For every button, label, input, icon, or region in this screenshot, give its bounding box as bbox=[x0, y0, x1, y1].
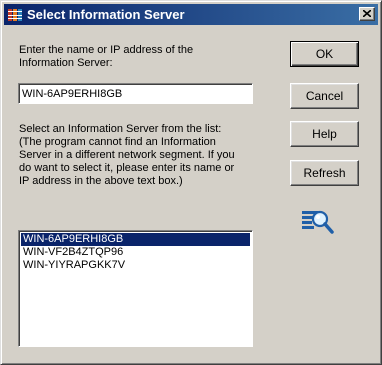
dialog-window: Select Information Server Enter the name… bbox=[0, 0, 382, 365]
server-list-label: Select an Information Server from the li… bbox=[19, 123, 235, 187]
list-item[interactable]: WIN-VF2B4ZTQP96 bbox=[21, 246, 250, 259]
network-server-icon bbox=[6, 6, 24, 24]
help-button[interactable]: Help bbox=[290, 121, 359, 147]
list-item[interactable]: WIN-6AP9ERHI8GB bbox=[21, 233, 250, 246]
window-title: Select Information Server bbox=[27, 7, 185, 22]
ok-button[interactable]: OK bbox=[290, 41, 359, 67]
search-network-icon bbox=[300, 207, 340, 237]
refresh-button[interactable]: Refresh bbox=[290, 160, 359, 186]
list-item[interactable]: WIN-YIYRAPGKK7V bbox=[21, 259, 250, 272]
server-name-input[interactable] bbox=[18, 83, 253, 104]
close-icon bbox=[362, 8, 372, 20]
server-name-label: Enter the name or IP address of the Info… bbox=[19, 44, 194, 69]
close-button[interactable] bbox=[359, 7, 375, 21]
title-bar[interactable]: Select Information Server bbox=[4, 4, 378, 25]
cancel-button[interactable]: Cancel bbox=[290, 83, 359, 109]
server-listbox[interactable]: WIN-6AP9ERHI8GB WIN-VF2B4ZTQP96 WIN-YIYR… bbox=[18, 230, 253, 347]
